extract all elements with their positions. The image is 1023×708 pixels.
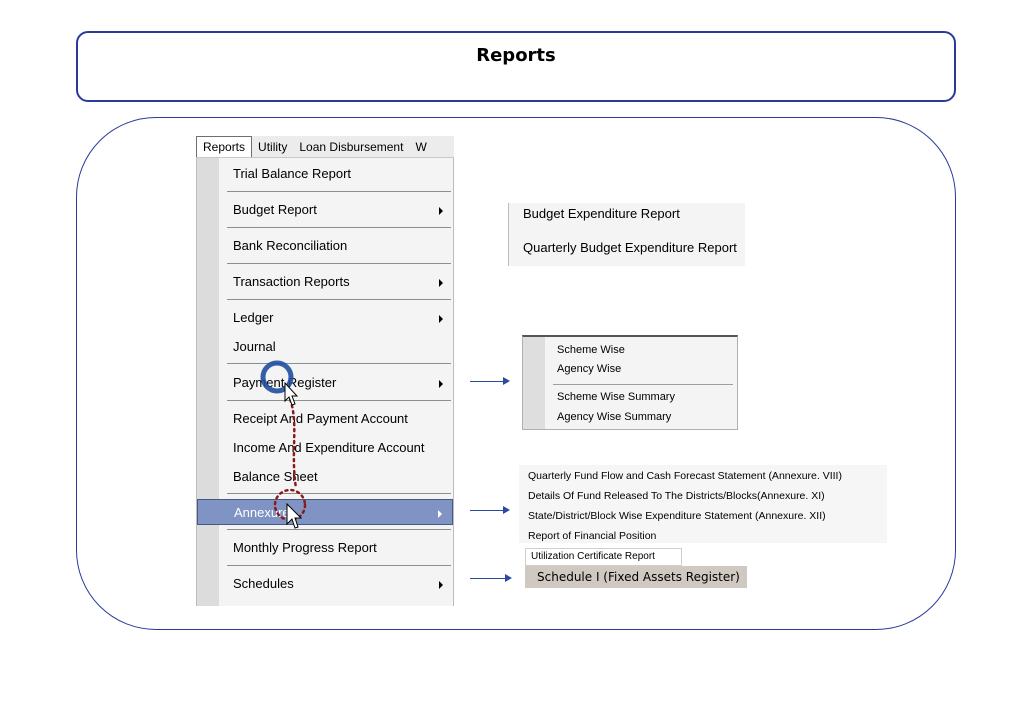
submenu-item-schedule-i[interactable]: Schedule I (Fixed Assets Register) [525, 566, 747, 588]
page-title: Reports [476, 45, 556, 66]
submenu-arrow-icon [439, 380, 443, 388]
submenu-item-annexure-viii[interactable]: Quarterly Fund Flow and Cash Forecast St… [528, 470, 842, 482]
submenu-item-annexure-xi[interactable]: Details Of Fund Released To The District… [528, 490, 825, 502]
title-panel: Reports [76, 31, 956, 102]
menu-item-label: Income And Expenditure Account [233, 440, 425, 455]
submenu-item-utilization-certificate[interactable]: Utilization Certificate Report [525, 548, 682, 566]
menubar-item-utility[interactable]: Utility [252, 137, 293, 157]
submenu-item-quarterly-budget-expenditure[interactable]: Quarterly Budget Expenditure Report [523, 240, 737, 255]
menu-item-receipt-payment[interactable]: Receipt And Payment Account [219, 406, 453, 432]
menubar-item-truncated[interactable]: W [409, 137, 432, 157]
menu-separator [227, 493, 451, 494]
menu-item-ledger[interactable]: Ledger [219, 305, 453, 331]
submenu-item-scheme-wise-summary[interactable]: Scheme Wise Summary [557, 391, 675, 403]
budget-report-submenu: Budget Expenditure Report Quarterly Budg… [508, 203, 745, 266]
menu-item-label: Balance Sheet [233, 469, 318, 484]
submenu-item-budget-expenditure[interactable]: Budget Expenditure Report [523, 206, 680, 221]
menu-item-balance-sheet[interactable]: Balance Sheet [219, 464, 453, 490]
menu-item-bank-reconciliation[interactable]: Bank Reconciliation [219, 233, 453, 259]
menu-separator [227, 227, 451, 228]
menu-item-label: Receipt And Payment Account [233, 411, 408, 426]
submenu-item-annexure-xii[interactable]: State/District/Block Wise Expenditure St… [528, 510, 826, 522]
menu-item-label: Transaction Reports [233, 274, 350, 289]
menu-item-annexure[interactable]: Annexure [197, 499, 453, 525]
menu-item-income-expenditure[interactable]: Income And Expenditure Account [219, 435, 453, 461]
menu-separator [227, 565, 451, 566]
menu-item-schedules[interactable]: Schedules [219, 571, 453, 597]
dropdown-gutter [197, 158, 219, 606]
menu-separator [227, 263, 451, 264]
menubar-item-reports[interactable]: Reports [196, 136, 253, 157]
menu-item-trial-balance[interactable]: Trial Balance Report [219, 161, 453, 187]
annexure-submenu: Quarterly Fund Flow and Cash Forecast St… [519, 465, 887, 543]
submenu-item-agency-wise[interactable]: Agency Wise [557, 363, 621, 375]
menu-item-label: Ledger [233, 310, 274, 325]
menu-item-label: Schedules [233, 576, 294, 591]
reports-dropdown: Trial Balance Report Budget Report Bank … [196, 158, 454, 606]
submenu-item-scheme-wise[interactable]: Scheme Wise [557, 344, 625, 356]
menu-item-label: Monthly Progress Report [233, 540, 377, 555]
menu-separator [227, 529, 451, 530]
menu-separator [553, 384, 733, 385]
connector-arrow-icon [470, 506, 510, 514]
menu-item-transaction-reports[interactable]: Transaction Reports [219, 269, 453, 295]
menu-item-label: Payment Register [233, 375, 337, 390]
menu-item-journal[interactable]: Journal [219, 334, 453, 360]
submenu-arrow-icon [439, 581, 443, 589]
submenu-gutter [523, 337, 545, 429]
menu-bar: Reports Utility Loan Disbursement W [196, 136, 454, 158]
menu-item-monthly-progress[interactable]: Monthly Progress Report [219, 535, 453, 561]
menu-separator [227, 400, 451, 401]
submenu-item-agency-wise-summary[interactable]: Agency Wise Summary [557, 411, 671, 423]
submenu-arrow-icon [439, 279, 443, 287]
menu-separator [227, 363, 451, 364]
menubar-item-loan-disbursement[interactable]: Loan Disbursement [293, 137, 409, 157]
submenu-item-financial-position[interactable]: Report of Financial Position [528, 530, 656, 542]
payment-register-submenu: Scheme Wise Agency Wise Scheme Wise Summ… [522, 335, 738, 430]
submenu-arrow-icon [439, 315, 443, 323]
menu-separator [227, 191, 451, 192]
menu-item-label: Budget Report [233, 202, 317, 217]
menu-item-label: Journal [233, 339, 276, 354]
connector-arrow-icon [470, 377, 510, 385]
submenu-arrow-icon [438, 510, 442, 518]
menu-separator [227, 299, 451, 300]
menu-item-label: Bank Reconciliation [233, 238, 348, 253]
connector-arrow-icon [470, 574, 512, 582]
menu-item-label: Trial Balance Report [233, 166, 352, 181]
menu-item-label: Annexure [234, 505, 290, 520]
submenu-arrow-icon [439, 207, 443, 215]
menu-item-payment-register[interactable]: Payment Register [219, 370, 453, 396]
menu-item-budget-report[interactable]: Budget Report [219, 197, 453, 223]
